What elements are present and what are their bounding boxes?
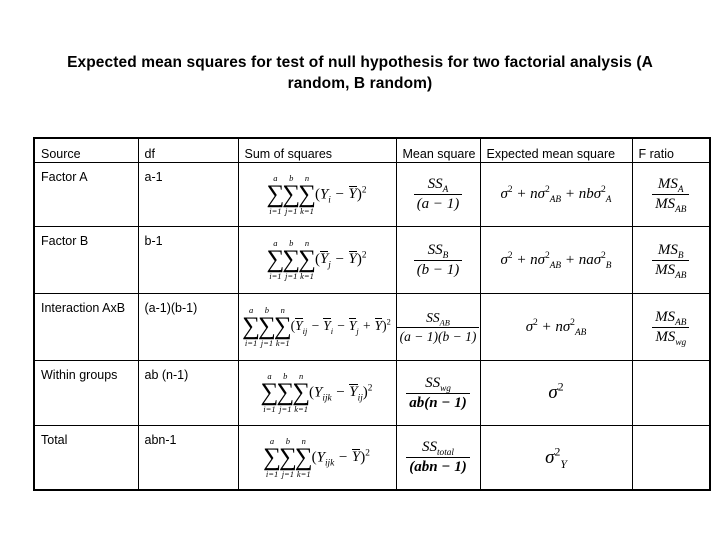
table-row: Within groups ab (n-1) a ∑ i=1 b ∑ j=1 n ∑ k=1 (Y…: [33, 360, 711, 426]
formula-sum-of-squares: a ∑ i=1 b ∑ j=1 n ∑ k=1 (Yi − Y)2: [266, 172, 367, 216]
cell-df: ab (n-1): [137, 360, 239, 426]
formula-mean-square: SSA (a − 1): [397, 163, 480, 226]
cell-f-ratio: MSA MSAB: [631, 162, 711, 227]
header-source: Source: [33, 137, 139, 163]
cell-df: b-1: [137, 226, 239, 294]
formula-expected-mean-square: σ2 + nσ2AB + naσ2B: [500, 250, 612, 271]
cell-sum-of-squares: a ∑ i=1 b ∑ j=1 n ∑ k=1 (Yijk − Yij)2: [237, 360, 397, 426]
header-sum-of-squares: Sum of squares: [237, 137, 397, 163]
formula-mean-square: SSB (b − 1): [397, 227, 480, 293]
cell-df: a-1: [137, 162, 239, 227]
cell-expected-mean-square: σ2: [479, 360, 633, 426]
cell-source: Within groups: [33, 360, 139, 426]
cell-f-ratio: MSAB MSwg: [631, 293, 711, 361]
cell-mean-square: SSB (b − 1): [395, 226, 481, 294]
header-expected-mean-square: Expected mean square: [479, 137, 633, 163]
cell-sum-of-squares: a ∑ i=1 b ∑ j=1 n ∑ k=1 (Yj − Y)2: [237, 226, 397, 294]
formula-sum-of-squares: a ∑ i=1 b ∑ j=1 n ∑ k=1 (Yijk − Y)2: [263, 435, 370, 479]
header-f-ratio: F ratio: [631, 137, 711, 163]
cell-source: Total: [33, 425, 139, 491]
cell-f-ratio: MSB MSAB: [631, 226, 711, 294]
cell-expected-mean-square: σ2 + nσ2AB + naσ2B: [479, 226, 633, 294]
cell-sum-of-squares: a ∑ i=1 b ∑ j=1 n ∑ k=1 (Yij − Yi − Yj + Y)2: [237, 293, 397, 361]
formula-f-ratio: MSA MSAB: [633, 163, 710, 226]
formula-mean-square: SStotal (abn − 1): [397, 426, 480, 489]
header-df: df: [137, 137, 239, 163]
cell-mean-square: SStotal (abn − 1): [395, 425, 481, 491]
cell-df: abn-1: [137, 425, 239, 491]
cell-f-ratio: [631, 425, 711, 491]
cell-sum-of-squares: a ∑ i=1 b ∑ j=1 n ∑ k=1 (Yi − Y)2: [237, 162, 397, 227]
cell-mean-square: SSA (a − 1): [395, 162, 481, 227]
anova-table: Source df Sum of squares Mean square Exp…: [33, 137, 711, 491]
formula-expected-mean-square: σ2Y: [545, 445, 567, 471]
cell-source: Factor B: [33, 226, 139, 294]
cell-sum-of-squares: a ∑ i=1 b ∑ j=1 n ∑ k=1 (Yijk − Y)2: [237, 425, 397, 491]
cell-df: (a-1)(b-1): [137, 293, 239, 361]
cell-source: Factor A: [33, 162, 139, 227]
formula-f-ratio: [633, 426, 710, 489]
cell-expected-mean-square: σ2 + nσ2AB + nbσ2A: [479, 162, 633, 227]
cell-f-ratio: [631, 360, 711, 426]
cell-source: Interaction AxB: [33, 293, 139, 361]
formula-mean-square: SSAB (a − 1)(b − 1): [396, 294, 480, 360]
page-title: Expected mean squares for test of null h…: [67, 54, 653, 92]
formula-expected-mean-square: σ2 + nσ2AB + nbσ2A: [500, 185, 612, 205]
formula-sum-of-squares: a ∑ i=1 b ∑ j=1 n ∑ k=1 (Yij − Yi − Yj + Y)2: [242, 305, 391, 348]
formula-expected-mean-square: σ2 + nσ2AB: [525, 317, 587, 338]
formula-f-ratio: MSB MSAB: [633, 227, 710, 293]
formula-sum-of-squares: a ∑ i=1 b ∑ j=1 n ∑ k=1 (Yj − Y)2: [266, 238, 367, 281]
formula-sum-of-squares: a ∑ i=1 b ∑ j=1 n ∑ k=1 (Yijk − Yij)2: [260, 371, 373, 414]
table-row: Factor A a-1 a ∑ i=1 b ∑ j=1 n ∑ k=1 (Yi − Y)2 SS…: [33, 162, 711, 227]
formula-mean-square: SSwg ab(n − 1): [397, 361, 480, 425]
cell-expected-mean-square: σ2 + nσ2AB: [479, 293, 633, 361]
header-mean-square: Mean square: [395, 137, 481, 163]
formula-f-ratio: [633, 361, 710, 425]
table-row: Factor B b-1 a ∑ i=1 b ∑ j=1 n ∑ k=1 (Yj − Y)2 SS…: [33, 226, 711, 294]
cell-expected-mean-square: σ2Y: [479, 425, 633, 491]
table-row: Total abn-1 a ∑ i=1 b ∑ j=1 n ∑ k=1 (Yijk − Y)2 S…: [33, 425, 711, 491]
table-header-row: Source df Sum of squares Mean square Exp…: [33, 137, 711, 163]
cell-mean-square: SSwg ab(n − 1): [395, 360, 481, 426]
formula-f-ratio: MSAB MSwg: [633, 294, 710, 360]
formula-expected-mean-square: σ2: [548, 380, 564, 403]
cell-mean-square: SSAB (a − 1)(b − 1): [395, 293, 481, 361]
table-row: Interaction AxB (a-1)(b-1) a ∑ i=1 b ∑ j=1 n ∑ k…: [33, 293, 711, 361]
